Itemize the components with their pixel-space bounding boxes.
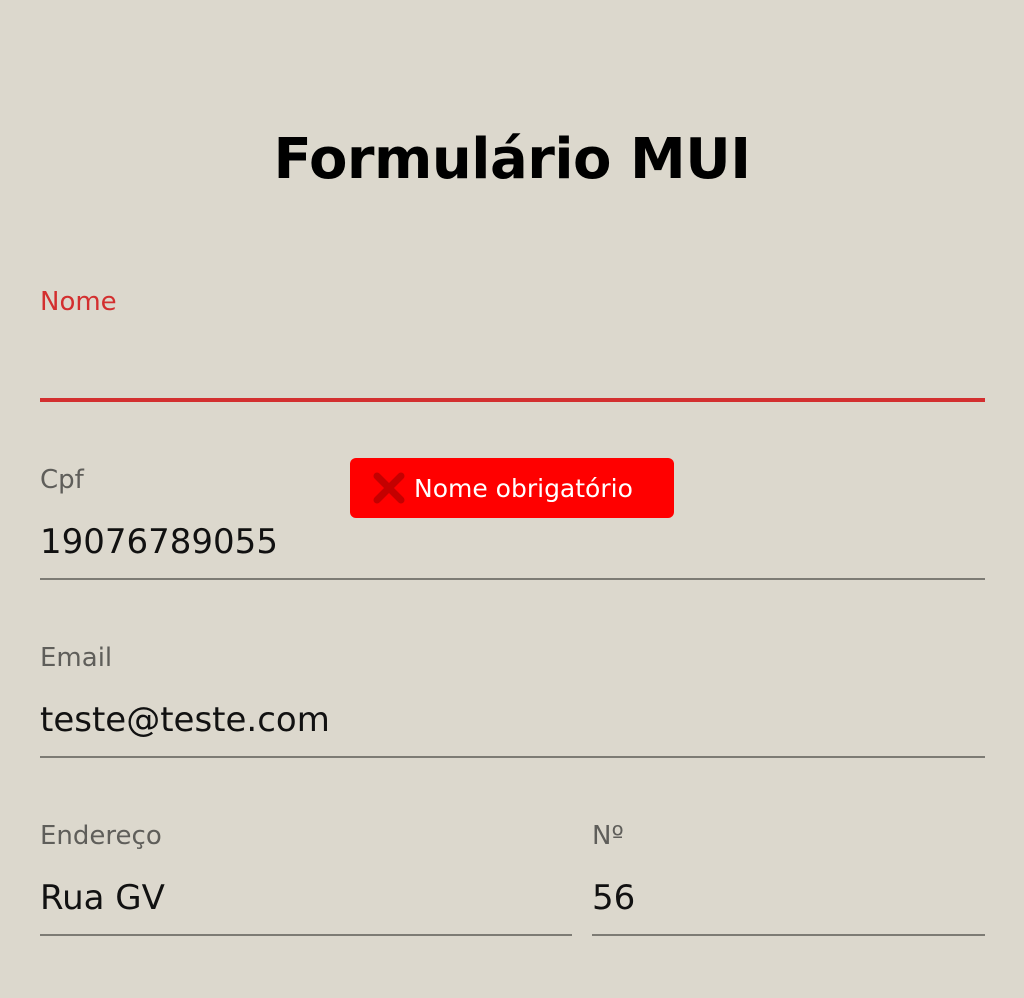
cpf-input[interactable] [40, 520, 985, 564]
cpf-underline [40, 578, 985, 580]
email-input[interactable] [40, 698, 985, 742]
nome-label: Nome [40, 287, 117, 317]
endereco-field: Endereço [40, 820, 572, 940]
close-icon [372, 471, 406, 505]
nome-input[interactable] [40, 342, 985, 386]
endereco-underline [40, 934, 572, 936]
page-title: Formulário MUI [273, 127, 751, 192]
cpf-label: Cpf [40, 465, 84, 495]
email-field: Email [40, 642, 985, 762]
nome-field: Nome [40, 286, 985, 406]
nome-underline [40, 398, 985, 402]
email-underline [40, 756, 985, 758]
numero-label: Nº [592, 821, 624, 851]
toast-message: Nome obrigatório [414, 473, 633, 503]
numero-underline [592, 934, 985, 936]
endereco-input[interactable] [40, 876, 572, 920]
error-toast[interactable]: Nome obrigatório [350, 458, 674, 518]
numero-field: Nº [592, 820, 985, 940]
email-label: Email [40, 643, 113, 673]
numero-input[interactable] [592, 876, 985, 920]
endereco-label: Endereço [40, 821, 162, 851]
